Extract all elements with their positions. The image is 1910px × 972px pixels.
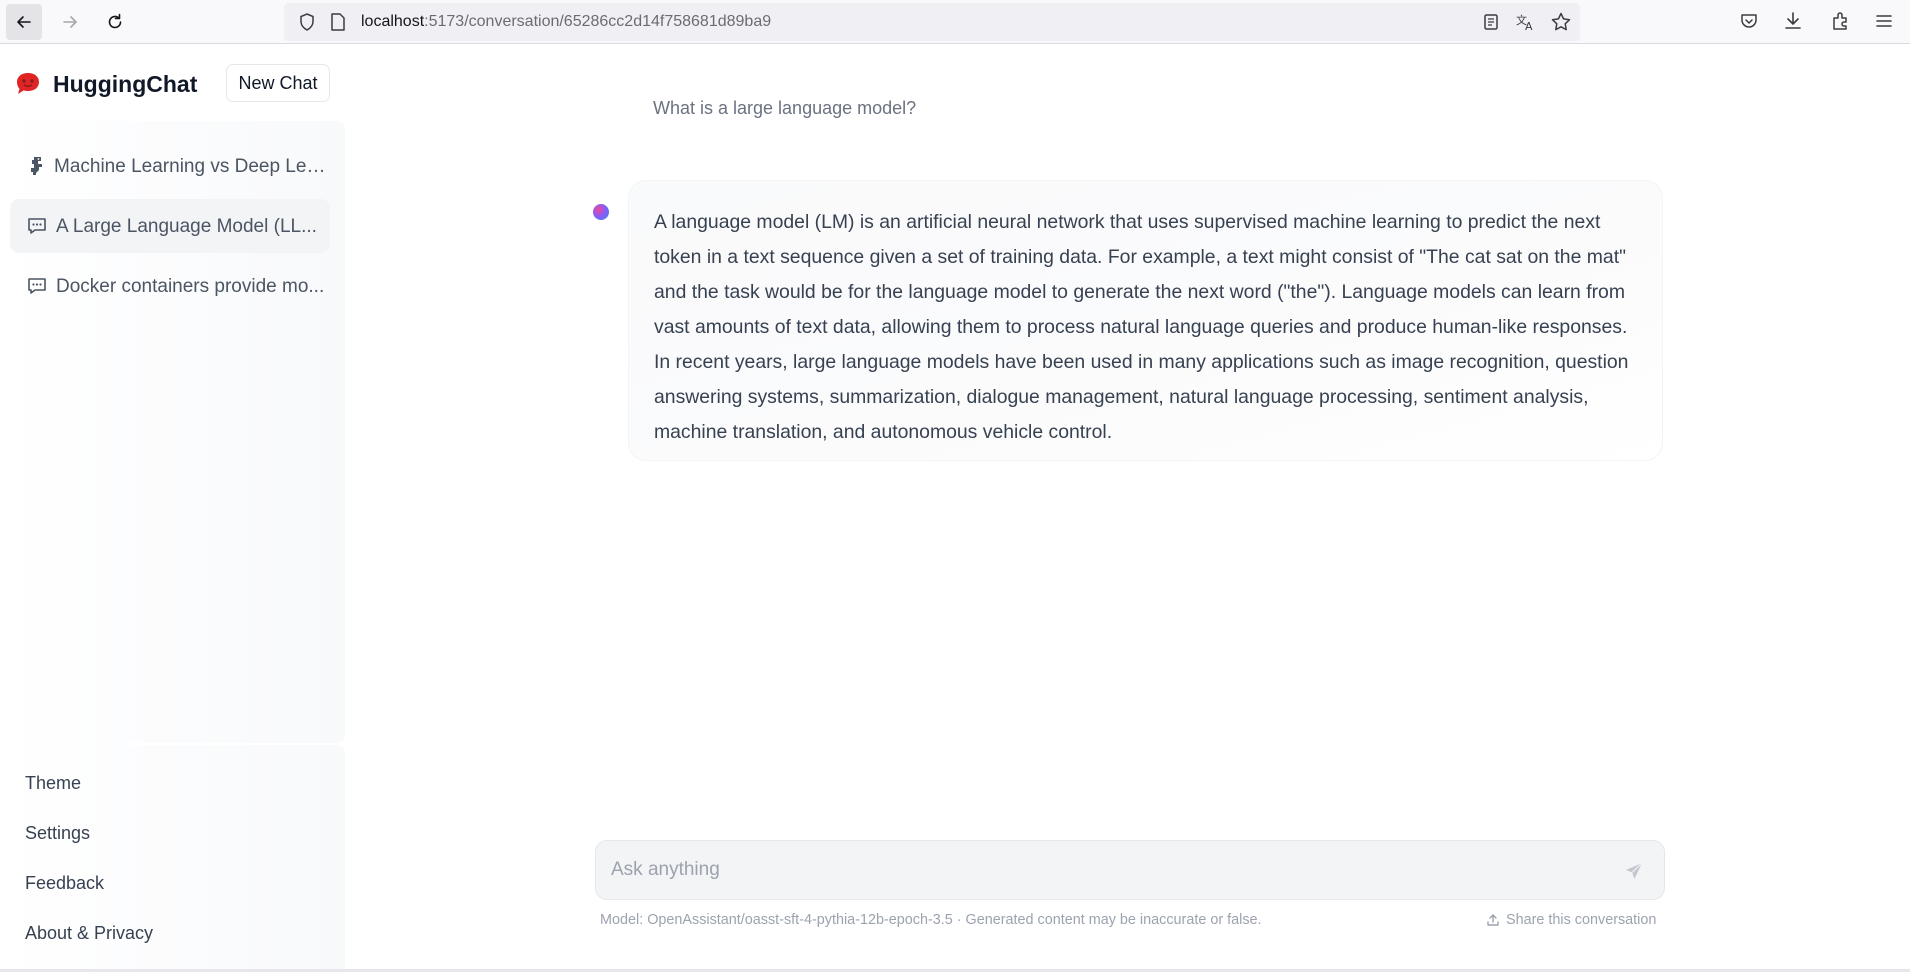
send-button[interactable] [1622, 859, 1646, 883]
sidebar-menu: Theme Settings Feedback About & Privacy [0, 745, 345, 972]
menu-hamburger-icon[interactable] [1870, 7, 1898, 35]
assistant-avatar [593, 204, 609, 220]
user-message: What is a large language model? [653, 98, 917, 118]
url-text[interactable]: localhost:5173/conversation/65286cc2d14f… [361, 13, 771, 31]
arrow-right-icon [63, 16, 77, 28]
send-icon [1626, 862, 1643, 879]
conversation-label: Machine Learning vs Deep Lea... [54, 156, 328, 177]
downloads-icon[interactable] [1779, 7, 1807, 35]
url-bar[interactable]: localhost:5173/conversation/65286cc2d14f… [284, 3, 1580, 41]
translate-icon[interactable]: 文A [1512, 8, 1540, 36]
assistant-message-bubble: A language model (LM) is an artificial n… [628, 180, 1663, 461]
conversation-item[interactable]: Docker containers provide mo... [10, 259, 330, 313]
assistant-message-text: A language model (LM) is an artificial n… [654, 211, 1629, 443]
conversation-list: Machine Learning vs Deep Lea... A Large … [0, 121, 345, 743]
chat-input[interactable] [611, 841, 1591, 899]
share-label: Share this conversation [1506, 912, 1657, 928]
arrow-left-icon [17, 16, 31, 28]
browser-toolbar: localhost:5173/conversation/65286cc2d14f… [0, 0, 1910, 44]
about-privacy-link[interactable]: About & Privacy [25, 923, 153, 944]
brand-name: HuggingChat [53, 71, 198, 97]
huggingchat-logo-icon [14, 70, 42, 98]
new-chat-button[interactable]: New Chat [226, 64, 330, 102]
chat-bubble-icon [26, 275, 48, 297]
conversation-label: A Large Language Model (LL... [56, 216, 317, 237]
chat-bubble-icon [26, 215, 48, 237]
reload-button[interactable] [97, 4, 133, 40]
pocket-icon[interactable] [1735, 7, 1763, 35]
share-conversation-link[interactable]: Share this conversation [1486, 912, 1656, 928]
settings-link[interactable]: Settings [25, 823, 90, 844]
extensions-icon[interactable] [1826, 7, 1854, 35]
reader-view-icon[interactable] [1477, 8, 1505, 36]
sidebar: HuggingChat New Chat Machine Learning vs… [0, 45, 345, 972]
bookmark-star-icon[interactable] [1547, 8, 1575, 36]
dino-emoji-icon [26, 155, 48, 177]
conversation-item-active[interactable]: A Large Language Model (LL... [10, 199, 330, 253]
back-button[interactable] [6, 4, 42, 40]
page-info-icon[interactable] [324, 8, 352, 36]
url-path: :5173/conversation/65286cc2d14f758681d89… [424, 13, 772, 30]
chat-input-box [595, 840, 1665, 900]
model-info: Model: OpenAssistant/oasst-sft-4-pythia-… [600, 912, 1262, 928]
theme-link[interactable]: Theme [25, 773, 81, 794]
conversation-label: Docker containers provide mo... [56, 276, 325, 297]
conversation-item[interactable]: Machine Learning vs Deep Lea... [10, 139, 330, 193]
forward-button[interactable] [52, 4, 88, 40]
reload-icon [108, 13, 122, 29]
share-upload-icon [1487, 914, 1499, 926]
url-host: localhost [361, 13, 425, 30]
feedback-link[interactable]: Feedback [25, 873, 104, 894]
svg-text:A: A [1525, 20, 1533, 32]
shield-icon[interactable] [293, 8, 321, 36]
